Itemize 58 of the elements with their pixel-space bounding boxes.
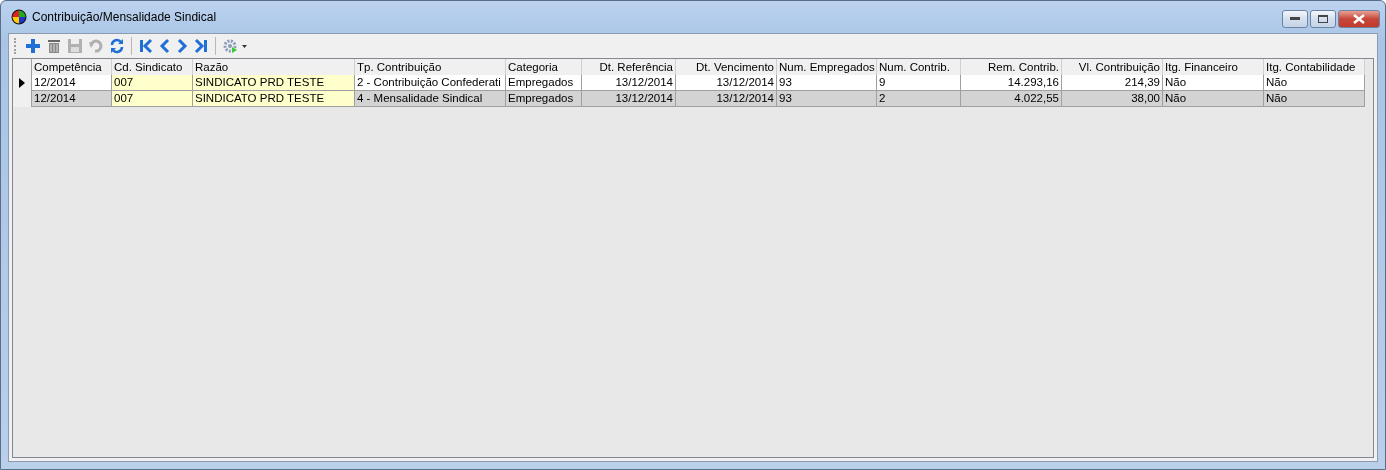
previous-icon — [159, 37, 171, 54]
minimize-icon — [1290, 17, 1300, 21]
table-cell: 93 — [777, 75, 877, 91]
column-header[interactable]: Vl. Contribuição — [1062, 59, 1163, 75]
trash-icon — [46, 37, 62, 54]
table-cell: Não — [1264, 75, 1365, 91]
table-cell: 2 - Contribuição Confederati — [355, 75, 506, 91]
column-header[interactable]: Razão — [193, 59, 355, 75]
column-header[interactable]: Cd. Sindicato — [112, 59, 193, 75]
minimize-button[interactable] — [1282, 10, 1308, 28]
column-header[interactable]: Competência — [32, 59, 112, 75]
table-cell: 007 — [112, 75, 193, 91]
table-cell: Empregados — [506, 75, 582, 91]
table-cell: SINDICATO PRD TESTE — [193, 91, 355, 107]
column-header[interactable]: Tp. Contribuição — [355, 59, 506, 75]
table-cell: Empregados — [506, 91, 582, 107]
column-header[interactable]: Categoria — [506, 59, 582, 75]
column-header[interactable]: Itg. Financeiro — [1163, 59, 1264, 75]
table-cell: 12/2014 — [32, 75, 112, 91]
column-header[interactable]: Rem. Contrib. — [961, 59, 1062, 75]
table-cell: 38,00 — [1062, 91, 1163, 107]
table-cell: 4.022,55 — [961, 91, 1062, 107]
table-cell: Não — [1163, 75, 1264, 91]
table-cell: 13/12/2014 — [676, 91, 777, 107]
column-header[interactable]: Dt. Referência — [582, 59, 676, 75]
column-header[interactable]: Dt. Vencimento — [676, 59, 777, 75]
column-header[interactable]: Itg. Contabilidade — [1264, 59, 1365, 75]
close-button[interactable] — [1338, 10, 1380, 28]
app-logo-icon — [11, 9, 27, 25]
maximize-icon — [1318, 15, 1328, 23]
current-row-icon — [19, 78, 25, 88]
refresh-icon — [109, 37, 125, 54]
table-cell: SINDICATO PRD TESTE — [193, 75, 355, 91]
table-cell: 14.293,16 — [961, 75, 1062, 91]
table-cell: 93 — [777, 91, 877, 107]
column-header[interactable]: Num. Empregados — [777, 59, 877, 75]
table-cell: 214,39 — [1062, 75, 1163, 91]
table-cell: Não — [1163, 91, 1264, 107]
table-cell: 9 — [877, 75, 961, 91]
save-icon — [67, 37, 83, 54]
table-cell: 4 - Mensalidade Sindical — [355, 91, 506, 107]
undo-icon — [88, 37, 104, 54]
column-header[interactable]: Num. Contrib. — [877, 59, 961, 75]
table-cell: Não — [1264, 91, 1365, 107]
next-icon — [176, 37, 188, 54]
table-cell: 12/2014 — [32, 91, 112, 107]
window-title: Contribuição/Mensalidade Sindical — [32, 10, 218, 24]
close-icon — [1353, 14, 1365, 24]
table-cell: 13/12/2014 — [676, 75, 777, 91]
first-icon — [138, 37, 154, 54]
table-cell: 2 — [877, 91, 961, 107]
table-cell: 13/12/2014 — [582, 75, 676, 91]
gear-menu-icon — [222, 37, 248, 54]
add-icon — [25, 37, 41, 54]
table-cell: 007 — [112, 91, 193, 107]
table-cell: 13/12/2014 — [582, 91, 676, 107]
maximize-button[interactable] — [1310, 10, 1336, 28]
last-icon — [193, 37, 209, 54]
